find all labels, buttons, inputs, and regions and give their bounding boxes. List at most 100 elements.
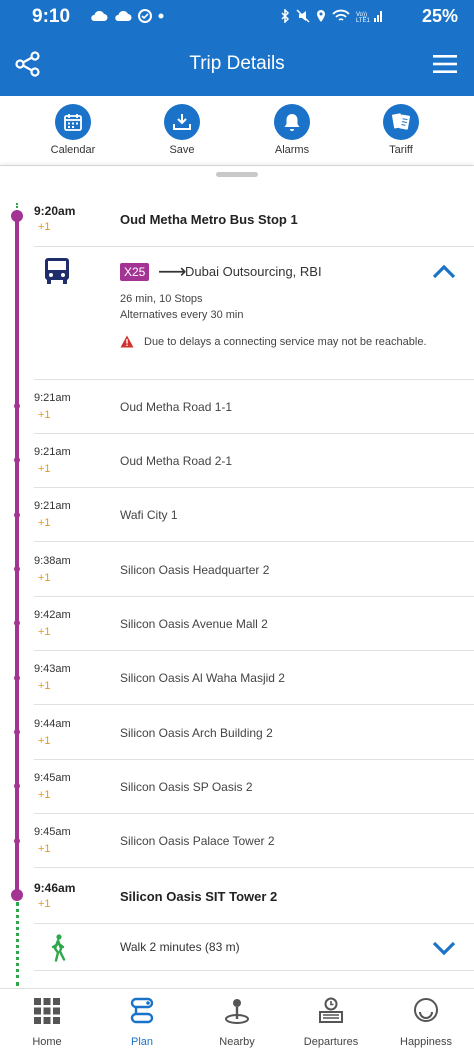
mute-icon [296,9,310,23]
save-icon [164,104,200,140]
warning-icon [120,335,134,348]
status-bar: 9:10 Vo)) LTE1 25% [0,0,474,32]
stop-delay: +1 [38,517,51,529]
origin-stop-marker [11,210,23,222]
destination-stop-marker [11,889,23,901]
departures-board-icon [319,997,343,1023]
chevron-down-icon[interactable] [431,939,457,957]
battery-level: 25% [421,6,458,26]
save-button[interactable]: Save [142,104,222,156]
nav-home[interactable]: Home [0,997,94,1048]
tariff-label: Tariff [389,144,413,156]
alarms-button[interactable]: Alarms [252,104,332,156]
sheet-drag-handle[interactable] [216,172,258,177]
stop-delay: +1 [38,409,51,421]
stop-time: 9:44am [34,718,71,730]
shield-check-icon [138,9,152,23]
nav-plan[interactable]: Plan [95,997,189,1048]
stop-time: 9:21am [34,392,71,404]
stop-time: 9:42am [34,609,71,621]
stop-row[interactable]: 9:42am +1 Silicon Oasis Avenue Mall 2 [34,597,474,651]
stop-delay: +1 [38,221,51,233]
stop-delay: +1 [38,843,51,855]
nav-label: Home [32,1036,62,1048]
stop-name: Silicon Oasis Arch Building 2 [120,726,273,740]
stop-name: Oud Metha Road 1-1 [120,400,233,414]
stop-row[interactable]: 9:45am +1 Silicon Oasis Palace Tower 2 [34,814,474,868]
walk-description: Walk 2 minutes (83 m) [120,940,240,954]
walk-leg-row[interactable]: Walk 2 minutes (83 m) [34,923,474,971]
save-label: Save [169,144,195,156]
stop-row[interactable]: 9:21am +1 Oud Metha Road 2-1 [34,434,474,488]
bell-icon [274,104,310,140]
nav-happiness[interactable]: Happiness [379,997,473,1048]
stop-marker [14,620,20,626]
nav-departures[interactable]: Departures [284,997,378,1048]
stop-marker [14,457,20,463]
leg-duration: 26 min, 10 Stops [120,293,203,305]
route-timeline-line [15,216,19,894]
nav-label: Plan [130,1036,154,1048]
location-icon [317,10,325,22]
status-system-icons: Vo)) LTE1 [280,9,382,23]
nav-label: Departures [303,1036,359,1048]
stop-marker [14,783,20,789]
stop-name: Silicon Oasis Headquarter 2 [120,563,270,577]
wifi-icon [332,9,350,21]
smiley-icon [414,998,438,1022]
dot-icon [158,13,164,19]
origin-stop-row[interactable]: 9:20am +1 Oud Metha Metro Bus Stop 1 [34,192,474,246]
stop-marker [14,566,20,572]
stop-time: 9:21am [34,500,71,512]
bus-leg-card[interactable]: X25 ⟶ Dubai Outsourcing, RBI 26 min, 10 … [34,246,474,380]
calendar-icon [55,104,91,140]
stop-marker [14,838,20,844]
stop-row[interactable]: 9:21am +1 Oud Metha Road 1-1 [34,380,474,434]
stop-marker [14,729,20,735]
nav-label: Nearby [219,1036,255,1048]
stop-row[interactable]: 9:43am +1 Silicon Oasis Al Waha Masjid 2 [34,651,474,705]
stop-name: Oud Metha Metro Bus Stop 1 [120,212,298,227]
stop-delay: +1 [38,572,51,584]
stop-delay: +1 [38,680,51,692]
page-title: Trip Details [189,53,285,74]
alarms-label: Alarms [274,144,310,156]
calendar-button[interactable]: Calendar [33,104,113,156]
stop-delay: +1 [38,735,51,747]
route-destination: Dubai Outsourcing, RBI [185,264,322,279]
chevron-up-icon[interactable] [431,263,457,281]
bus-icon [45,258,69,284]
status-time: 9:10 [32,6,71,27]
cloud-icon [115,10,132,21]
trip-actions: Calendar Save Alarms Tariff [0,96,474,166]
stop-delay: +1 [38,626,51,638]
stop-delay: +1 [38,463,51,475]
hamburger-menu-icon[interactable] [432,52,458,76]
cloud-icon [91,10,108,21]
stop-delay: +1 [38,789,51,801]
stop-row[interactable]: 9:45am +1 Silicon Oasis SP Oasis 2 [34,760,474,814]
route-plan-icon [130,997,154,1024]
route-badge: X25 [120,263,150,281]
nav-nearby[interactable]: Nearby [190,997,284,1048]
destination-stop-row[interactable]: 9:46am +1 Silicon Oasis SIT Tower 2 [34,869,474,923]
tickets-icon [383,104,419,140]
home-grid-icon [34,998,60,1024]
nearby-pin-icon [225,999,249,1024]
stop-time: 9:43am [34,663,71,675]
stop-row[interactable]: 9:21am +1 Wafi City 1 [34,488,474,542]
svg-text:LTE1: LTE1 [356,18,371,23]
stop-time: 9:45am [34,772,71,784]
stop-delay: +1 [38,898,51,910]
stop-row[interactable]: 9:38am +1 Silicon Oasis Headquarter 2 [34,543,474,597]
stop-time: 9:45am [34,826,71,838]
status-notification-icons [90,9,164,23]
tariff-button[interactable]: Tariff [361,104,441,156]
direction-arrow-icon: ⟶ [158,261,187,283]
stop-name: Silicon Oasis Avenue Mall 2 [120,617,268,631]
stop-time: 9:20am [34,204,76,218]
stop-name: Silicon Oasis Al Waha Masjid 2 [120,671,285,685]
stop-row[interactable]: 9:44am +1 Silicon Oasis Arch Building 2 [34,706,474,760]
bluetooth-icon [281,9,290,23]
delay-warning: Due to delays a connecting service may n… [144,336,427,348]
